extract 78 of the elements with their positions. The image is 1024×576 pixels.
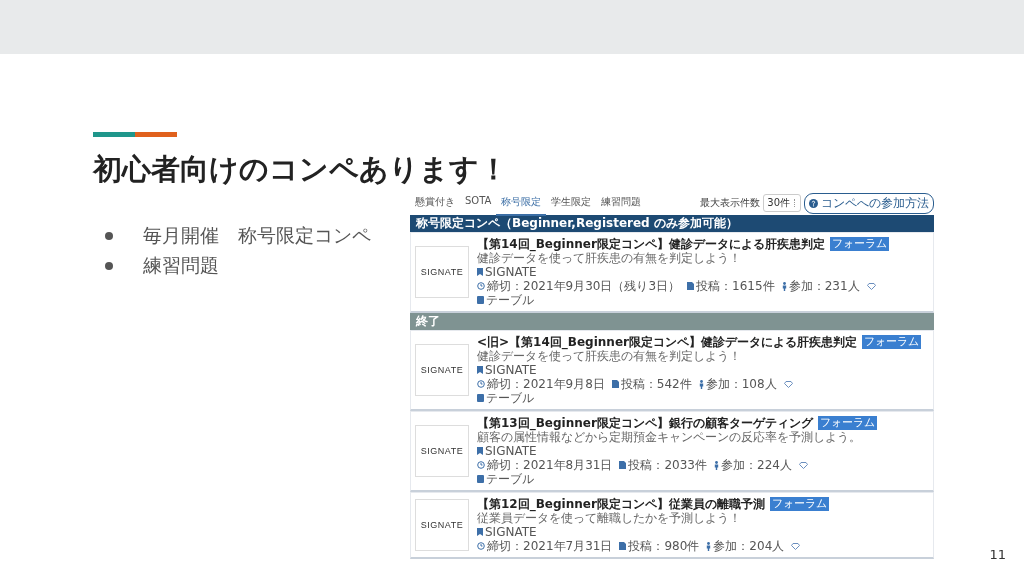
category-label: テーブル	[486, 391, 534, 405]
table-icon	[477, 475, 484, 483]
document-icon	[687, 282, 695, 290]
participant-count: 参加：108人	[705, 377, 777, 391]
competition-title[interactable]: <旧>【第14回_Beginner限定コンペ】健診データによる肝疾患判定	[477, 335, 857, 349]
post-count: 投稿：542件	[620, 377, 692, 391]
post-count: 投稿：980件	[628, 539, 700, 553]
person-icon	[706, 541, 712, 551]
bookmark-icon	[477, 268, 483, 276]
organizer-name: SIGNATE	[485, 525, 537, 539]
filter-tab[interactable]: 学生限定	[546, 190, 597, 216]
forum-tag[interactable]: フォーラム	[829, 237, 889, 251]
post-count: 投稿：2033件	[628, 458, 707, 472]
category-label: テーブル	[486, 293, 534, 307]
page-number: 11	[989, 547, 1006, 562]
clock-icon	[477, 461, 485, 469]
bookmark-icon	[477, 366, 483, 374]
competition-card[interactable]: SIGNATE 【第13回_Beginner限定コンペ】銀行の顧客ターゲティング フォーラム 顧客の属性情報などから定期預金キャンペーンの反応率を予測しよう。 SIGNATE 締切：2021年8月31日 投稿：2033件 参加：224人 テーブル	[410, 411, 934, 492]
document-icon	[619, 542, 627, 550]
competition-title[interactable]: 【第14回_Beginner限定コンペ】健診データによる肝疾患判定	[477, 237, 825, 251]
person-icon	[714, 460, 719, 470]
organizer-name: SIGNATE	[485, 444, 537, 458]
forum-tag[interactable]: フォーラム	[769, 497, 829, 511]
bullet-text: 毎月開催 称号限定コンペ	[143, 223, 371, 248]
bookmark-icon	[477, 528, 483, 536]
person-icon	[698, 379, 704, 389]
competition-description: 従業員データを使って離職したかを予測しよう！	[477, 511, 742, 525]
competition-title[interactable]: 【第13回_Beginner限定コンペ】銀行の顧客ターゲティング	[477, 416, 813, 430]
help-button[interactable]: コンペへの参加方法	[804, 192, 934, 214]
category-label: テーブル	[486, 472, 534, 486]
diamond-icon	[783, 380, 793, 388]
deadline-text: 締切：2021年8月31日	[487, 458, 613, 472]
competition-card[interactable]: SIGNATE 【第12回_Beginner限定コンペ】従業員の離職予測 フォーラム 従業員データを使って離職したかを予測しよう！ SIGNATE 締切：2021年7月31日 投稿：980件 参加：204人	[410, 492, 934, 559]
section-header: 終了	[410, 313, 934, 330]
document-icon	[611, 380, 619, 388]
signate-logo: SIGNATE	[415, 344, 469, 396]
participant-count: 参加：204人	[713, 539, 785, 553]
per-page-select[interactable]: 30件	[763, 194, 801, 212]
filter-tab[interactable]: 懸賞付き	[410, 190, 460, 216]
competition-description: 健診データを使って肝疾患の有無を判定しよう！	[477, 251, 742, 265]
signate-logo: SIGNATE	[415, 425, 469, 477]
competition-title[interactable]: 【第12回_Beginner限定コンペ】従業員の離職予測	[477, 497, 765, 511]
signate-logo: SIGNATE	[415, 499, 469, 551]
forum-tag[interactable]: フォーラム	[817, 416, 877, 430]
clock-icon	[477, 282, 485, 290]
participant-count: 参加：231人	[788, 279, 860, 293]
deadline-text: 締切：2021年9月30日（残り3日）	[487, 279, 681, 293]
filter-tab[interactable]: 練習問題	[596, 190, 647, 216]
deadline-text: 締切：2021年9月8日	[487, 377, 605, 391]
clock-icon	[477, 542, 485, 550]
question-icon	[809, 198, 818, 208]
diamond-icon	[798, 461, 808, 469]
organizer-name: SIGNATE	[485, 265, 537, 279]
bookmark-icon	[477, 447, 483, 455]
competition-description: 顧客の属性情報などから定期預金キャンペーンの反応率を予測しよう。	[477, 430, 862, 444]
competition-description: 健診データを使って肝疾患の有無を判定しよう！	[477, 349, 742, 363]
person-icon	[781, 281, 787, 291]
document-icon	[619, 461, 627, 469]
participant-count: 参加：224人	[721, 458, 792, 472]
bullet-dot	[105, 232, 113, 240]
table-icon	[477, 394, 484, 402]
diamond-icon	[866, 282, 876, 290]
slide-title: 初心者向けのコンペあります！	[93, 151, 509, 187]
clock-icon	[477, 380, 485, 388]
organizer-name: SIGNATE	[485, 363, 537, 377]
filter-tab[interactable]: SOTA	[460, 190, 497, 216]
section-header: 称号限定コンペ（Beginner,Registered のみ参加可能）	[410, 215, 934, 232]
competition-card[interactable]: SIGNATE <旧>【第14回_Beginner限定コンペ】健診データによる肝疾患判定 フォーラム 健診データを使って肝疾患の有無を判定しよう！ SIGNATE 締切：2021年9月8日 投稿：542件 参加：108人 テーブル	[410, 330, 934, 411]
table-icon	[477, 296, 484, 304]
forum-tag[interactable]: フォーラム	[861, 335, 921, 349]
signate-logo: SIGNATE	[415, 246, 469, 298]
bullet-dot	[105, 262, 113, 270]
updown-icon	[794, 199, 797, 207]
per-page-label: 最大表示件数	[700, 196, 761, 210]
diamond-icon	[791, 542, 801, 550]
post-count: 投稿：1615件	[696, 279, 775, 293]
deadline-text: 締切：2021年7月31日	[487, 539, 613, 553]
bullet-text: 練習問題	[143, 253, 219, 278]
